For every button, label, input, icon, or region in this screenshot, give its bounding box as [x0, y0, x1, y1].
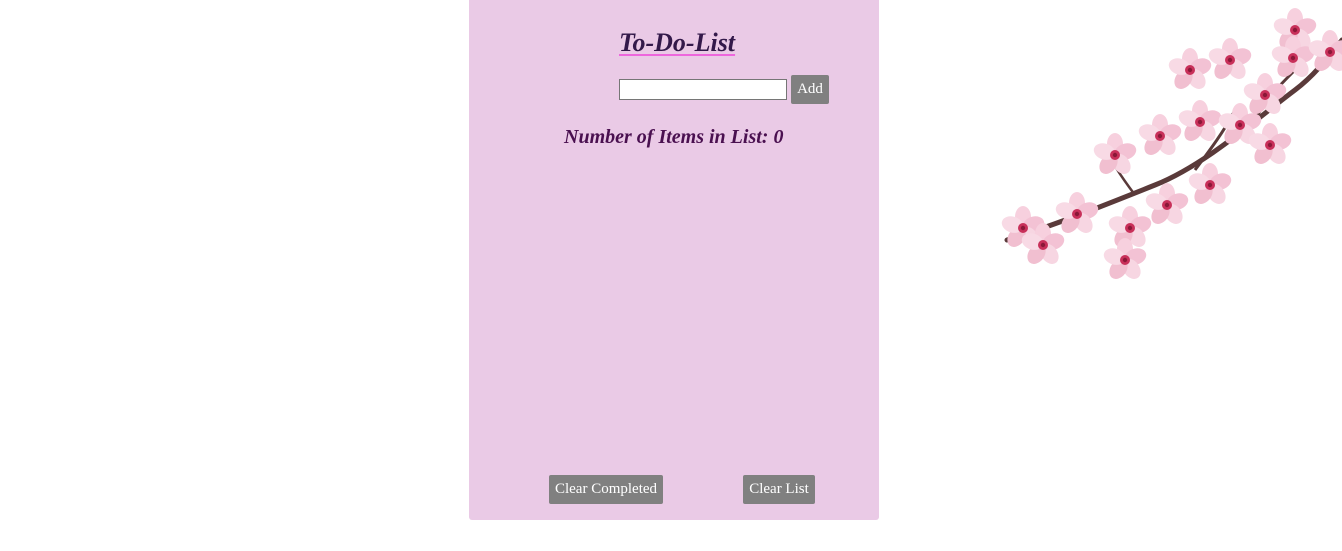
item-count-text: Number of Items in List: 0	[564, 124, 783, 150]
page-title: To-Do-List	[619, 28, 736, 57]
clear-list-button[interactable]: Clear List	[743, 475, 815, 504]
todo-list	[509, 160, 839, 460]
item-count-label: Number of Items in List:	[564, 126, 774, 148]
cherry-blossom-image	[999, 8, 1342, 280]
todo-card: To-Do-List Add Number of Items in List: …	[469, 0, 879, 520]
todo-item-input[interactable]	[619, 79, 787, 100]
item-count-value: 0	[773, 126, 784, 148]
clear-completed-button[interactable]: Clear Completed	[549, 475, 663, 504]
add-button[interactable]: Add	[791, 75, 829, 104]
